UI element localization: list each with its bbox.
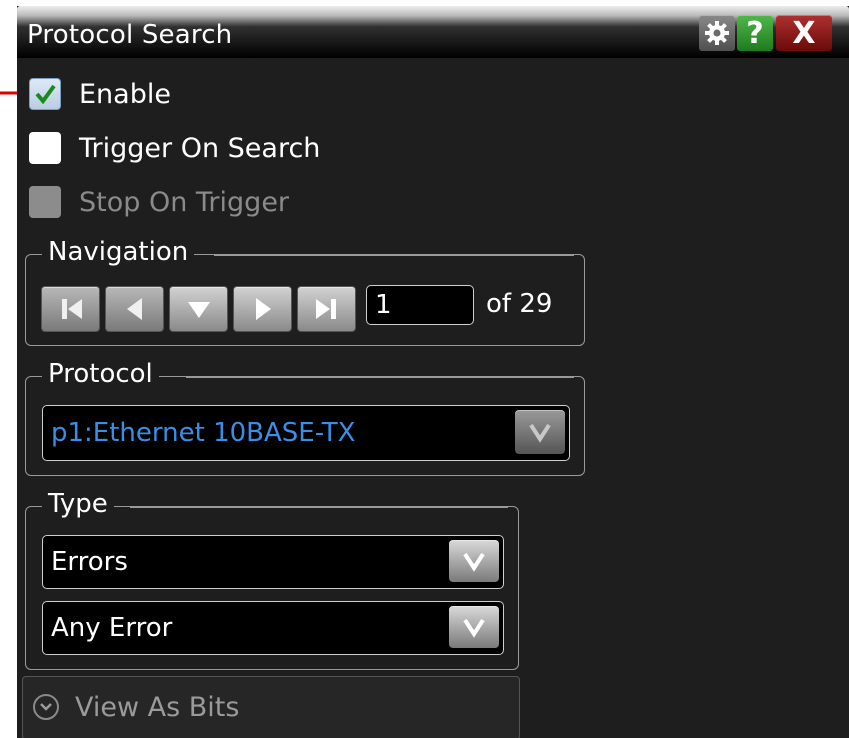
- next-result-button[interactable]: [234, 287, 291, 331]
- first-result-button[interactable]: [42, 287, 99, 331]
- next-icon: [255, 298, 271, 320]
- protocol-select[interactable]: p1:Ethernet 10BASE-TX: [42, 405, 570, 461]
- down-button[interactable]: [170, 287, 227, 331]
- type-select-value: Errors: [51, 547, 128, 577]
- last-icon: [315, 299, 336, 319]
- group-divider: [130, 506, 508, 508]
- chevron-down-icon: [463, 618, 485, 638]
- settings-button[interactable]: [699, 15, 735, 51]
- stop-on-trigger-checkbox: [29, 186, 61, 218]
- protocol-search-panel: Protocol Search ? X Enable Trigger On Se…: [17, 6, 849, 738]
- down-icon: [187, 302, 210, 318]
- chevron-down-icon: [463, 552, 485, 572]
- view-as-bits-label: View As Bits: [75, 692, 240, 723]
- protocol-group-label: Protocol: [42, 359, 159, 389]
- protocol-select-value: p1:Ethernet 10BASE-TX: [51, 418, 356, 448]
- result-index-input[interactable]: [366, 285, 474, 325]
- trigger-on-search-label: Trigger On Search: [79, 132, 321, 164]
- result-count: of 29: [486, 289, 553, 319]
- error-type-select[interactable]: Any Error: [42, 601, 504, 655]
- error-type-select-value: Any Error: [51, 613, 173, 643]
- enable-checkbox[interactable]: [29, 78, 61, 110]
- stop-on-trigger-label: Stop On Trigger: [79, 186, 290, 218]
- type-group-label: Type: [42, 489, 114, 519]
- panel-title: Protocol Search: [27, 20, 233, 50]
- title-bar: Protocol Search ? X: [17, 6, 849, 58]
- last-result-button[interactable]: [298, 287, 355, 331]
- protocol-group: Protocol p1:Ethernet 10BASE-TX: [25, 359, 585, 476]
- close-icon: X: [792, 15, 816, 51]
- trigger-on-search-option[interactable]: Trigger On Search: [29, 132, 320, 164]
- stop-on-trigger-option: Stop On Trigger: [29, 186, 289, 218]
- protocol-dropdown-button[interactable]: [515, 410, 565, 454]
- group-divider: [214, 254, 574, 256]
- help-icon: ?: [746, 15, 764, 51]
- previous-result-button[interactable]: [106, 287, 163, 331]
- previous-icon: [126, 298, 142, 320]
- group-divider: [186, 376, 574, 378]
- enable-option[interactable]: Enable: [29, 78, 171, 110]
- help-button[interactable]: ?: [737, 15, 773, 51]
- type-dropdown-button[interactable]: [449, 540, 499, 582]
- navigation-group: Navigation 1 of 29: [25, 237, 585, 346]
- navigation-group-label: Navigation: [42, 237, 195, 267]
- chevron-down-icon: [529, 423, 551, 443]
- expand-circle-icon: [33, 694, 59, 720]
- checkmark-icon: [35, 84, 56, 105]
- close-button[interactable]: X: [776, 15, 832, 51]
- enable-label: Enable: [79, 78, 171, 110]
- type-select[interactable]: Errors: [42, 535, 504, 589]
- error-type-dropdown-button[interactable]: [449, 606, 499, 648]
- view-as-bits-toggle[interactable]: View As Bits: [22, 676, 520, 738]
- type-group: Type Errors Any Error: [25, 489, 519, 670]
- trigger-on-search-checkbox[interactable]: [29, 132, 61, 164]
- first-icon: [61, 299, 82, 319]
- gear-icon: [705, 21, 729, 45]
